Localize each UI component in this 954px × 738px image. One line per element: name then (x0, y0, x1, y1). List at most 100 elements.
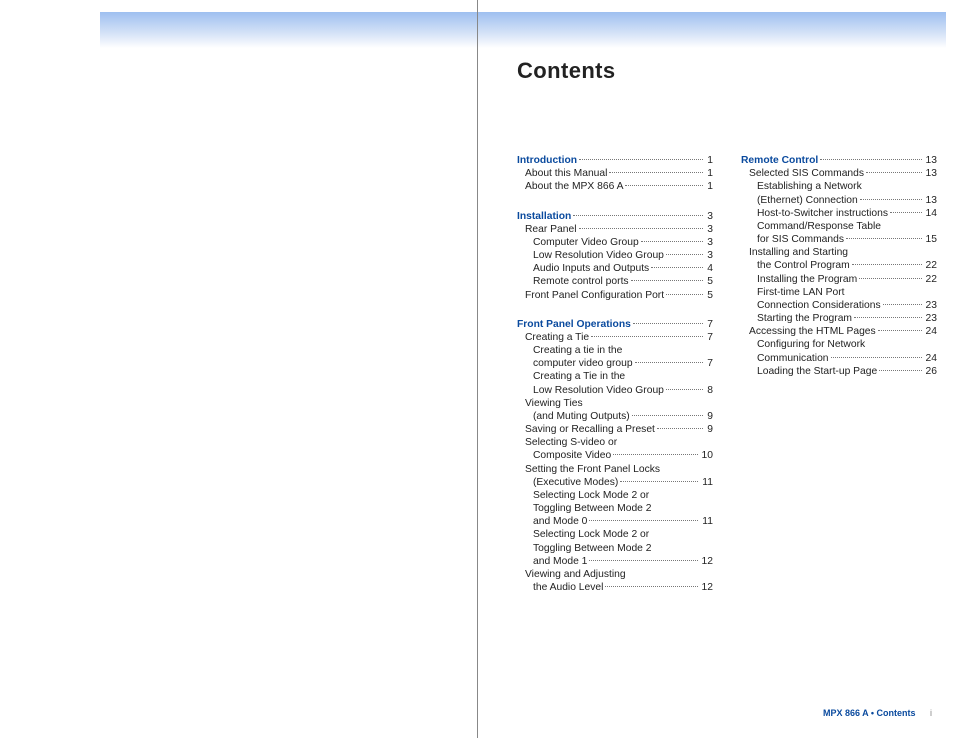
toc-entry[interactable]: Toggling Between Mode 2 (517, 542, 713, 555)
toc-page-number: 3 (705, 236, 713, 249)
toc-leader (605, 586, 697, 587)
toc-leader (579, 228, 704, 229)
toc-entry[interactable]: (Executive Modes)11 (517, 476, 713, 489)
toc-leader (879, 370, 921, 371)
toc-entry[interactable]: Composite Video10 (517, 449, 713, 462)
toc-entry[interactable]: the Audio Level12 (517, 581, 713, 594)
toc-entry[interactable]: Viewing and Adjusting (517, 568, 713, 581)
toc-entry[interactable]: Low Resolution Video Group3 (517, 249, 713, 262)
toc-label: Selecting Lock Mode 2 or (533, 528, 649, 541)
toc-leader (573, 215, 703, 216)
toc-entry[interactable]: (Ethernet) Connection13 (741, 194, 937, 207)
toc-entry[interactable]: the Control Program22 (741, 259, 937, 272)
toc-label: Accessing the HTML Pages (749, 325, 876, 338)
toc-page-number: 3 (705, 210, 713, 223)
toc-entry[interactable]: Establishing a Network (741, 180, 937, 193)
toc-entry[interactable]: Computer Video Group3 (517, 236, 713, 249)
toc-page-number: 7 (705, 331, 713, 344)
toc-section-heading[interactable]: Introduction1 (517, 154, 713, 167)
toc-entry[interactable]: and Mode 011 (517, 515, 713, 528)
toc-leader (878, 330, 922, 331)
toc-leader (854, 317, 922, 318)
toc-page-number: 10 (700, 449, 713, 462)
toc-entry[interactable]: and Mode 112 (517, 555, 713, 568)
toc-entry[interactable]: Communication24 (741, 352, 937, 365)
toc-entry[interactable]: Configuring for Network (741, 338, 937, 351)
toc-label: Rear Panel (525, 223, 577, 236)
toc-entry[interactable]: First-time LAN Port (741, 286, 937, 299)
toc-column: Introduction1About this Manual1About the… (517, 154, 713, 610)
toc-label: (Ethernet) Connection (757, 194, 858, 207)
toc-leader (579, 159, 703, 160)
toc-label: Loading the Start-up Page (757, 365, 877, 378)
toc-label: Introduction (517, 154, 577, 167)
toc-entry[interactable]: for SIS Commands15 (741, 233, 937, 246)
toc-entry[interactable]: Remote control ports5 (517, 275, 713, 288)
toc-entry[interactable]: About the MPX 866 A1 (517, 180, 713, 193)
toc-leader (852, 264, 922, 265)
toc-entry[interactable]: Selecting Lock Mode 2 or (517, 489, 713, 502)
toc-entry[interactable]: Audio Inputs and Outputs4 (517, 262, 713, 275)
toc-entry[interactable]: Front Panel Configuration Port 5 (517, 289, 713, 302)
toc-entry[interactable]: Selecting S-video or (517, 436, 713, 449)
toc-leader (883, 304, 922, 305)
toc-page-number: 22 (924, 273, 937, 286)
toc-label: Starting the Program (757, 312, 852, 325)
toc-leader (890, 212, 921, 213)
toc-label: Selecting Lock Mode 2 or (533, 489, 649, 502)
toc-entry[interactable]: Creating a tie in the (517, 344, 713, 357)
toc-leader (666, 294, 703, 295)
toc-label: Connection Considerations (757, 299, 881, 312)
toc-leader (651, 267, 703, 268)
toc-entry[interactable]: Saving or Recalling a Preset9 (517, 423, 713, 436)
page-title: Contents (517, 58, 616, 84)
toc-label: and Mode 1 (533, 555, 587, 568)
toc-entry[interactable]: Starting the Program 23 (741, 312, 937, 325)
toc-entry[interactable]: Creating a Tie7 (517, 331, 713, 344)
toc-label: computer video group (533, 357, 633, 370)
toc-label: Front Panel Configuration Port (525, 289, 664, 302)
toc-entry[interactable]: Connection Considerations23 (741, 299, 937, 312)
toc-entry[interactable]: computer video group 7 (517, 357, 713, 370)
toc-page-number: 11 (700, 476, 713, 489)
toc-entry[interactable]: Loading the Start-up Page26 (741, 365, 937, 378)
toc-leader (635, 362, 704, 363)
toc-entry[interactable]: Selecting Lock Mode 2 or (517, 528, 713, 541)
toc-section: Introduction1About this Manual1About the… (517, 154, 713, 194)
toc-leader (831, 357, 922, 358)
toc-entry[interactable]: Creating a Tie in the (517, 370, 713, 383)
toc-leader (631, 280, 704, 281)
toc-entry[interactable]: Toggling Between Mode 2 (517, 502, 713, 515)
toc-section-heading[interactable]: Front Panel Operations7 (517, 318, 713, 331)
toc-entry[interactable]: Installing the Program22 (741, 273, 937, 286)
toc-entry[interactable]: Rear Panel3 (517, 223, 713, 236)
toc-entry[interactable]: Setting the Front Panel Locks (517, 463, 713, 476)
toc-entry[interactable]: Accessing the HTML Pages24 (741, 325, 937, 338)
toc-entry[interactable]: Command/Response Table (741, 220, 937, 233)
toc-entry[interactable]: Host-to-Switcher instructions14 (741, 207, 937, 220)
toc-section-heading[interactable]: Remote Control13 (741, 154, 937, 167)
toc-page-number: 23 (924, 312, 937, 325)
toc-leader (859, 278, 921, 279)
toc-entry[interactable]: Installing and Starting (741, 246, 937, 259)
toc-section: Front Panel Operations7Creating a Tie7Cr… (517, 318, 713, 595)
toc-label: First-time LAN Port (757, 286, 845, 299)
toc-entry[interactable]: (and Muting Outputs)9 (517, 410, 713, 423)
toc-leader (846, 238, 922, 239)
toc-page-number: 4 (705, 262, 713, 275)
toc-label: Installing and Starting (749, 246, 848, 259)
toc-page-number: 7 (705, 357, 713, 370)
toc-entry[interactable]: Selected SIS Commands13 (741, 167, 937, 180)
toc-entry[interactable]: About this Manual1 (517, 167, 713, 180)
toc-leader (609, 172, 703, 173)
toc-label: (and Muting Outputs) (533, 410, 630, 423)
footer: MPX 866 A • Contents i (823, 708, 932, 718)
toc-page-number: 5 (705, 289, 713, 302)
toc-leader (632, 415, 704, 416)
toc-entry[interactable]: Low Resolution Video Group8 (517, 384, 713, 397)
header-gradient (100, 12, 946, 48)
toc-leader (591, 336, 703, 337)
toc-leader (589, 560, 697, 561)
toc-section-heading[interactable]: Installation3 (517, 210, 713, 223)
toc-entry[interactable]: Viewing Ties (517, 397, 713, 410)
